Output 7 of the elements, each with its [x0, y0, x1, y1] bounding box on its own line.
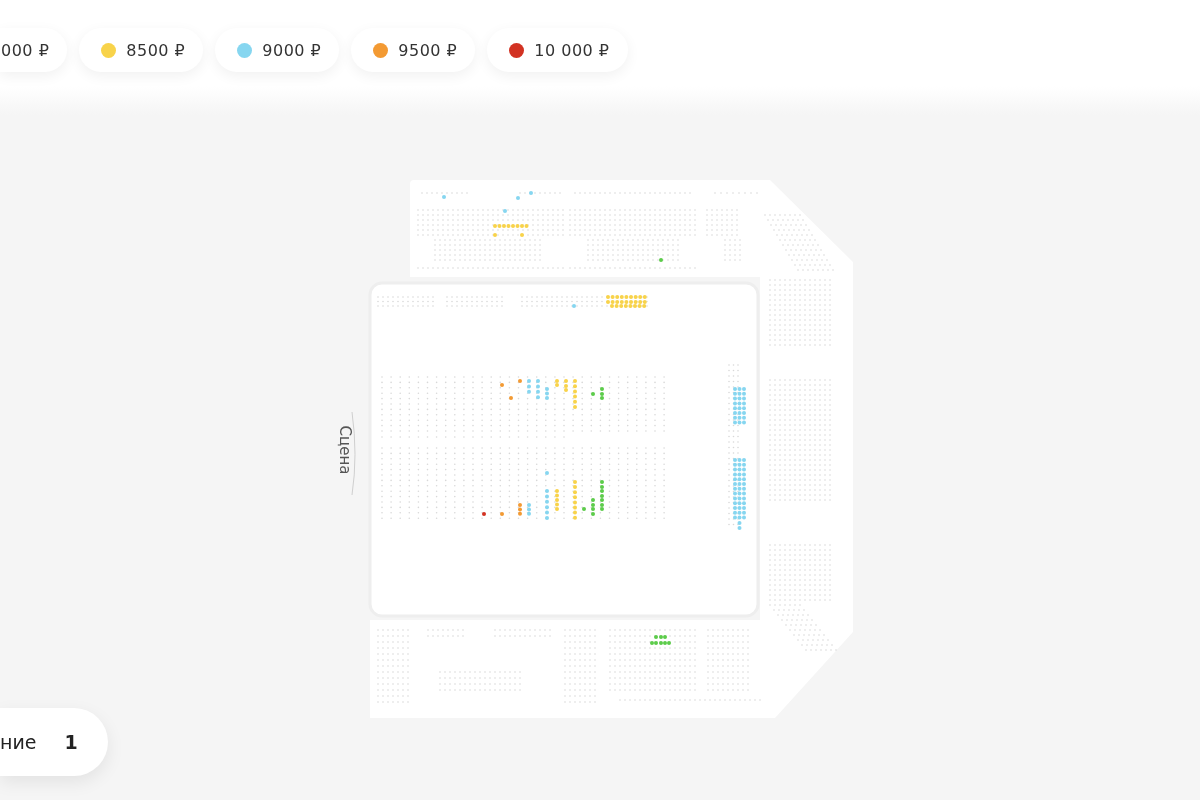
stage-label: Сцена: [336, 425, 354, 475]
price-filter-chip[interactable]: 9000 ₽: [215, 28, 340, 72]
price-filter-chip[interactable]: 8500 ₽: [79, 28, 204, 72]
price-filter-chip[interactable]: 10 000 ₽: [487, 28, 628, 72]
price-filter-chip[interactable]: 9500 ₽: [351, 28, 476, 72]
price-filter-chip[interactable]: 000 ₽: [0, 28, 68, 72]
cart-button[interactable]: ние 1: [0, 708, 108, 776]
